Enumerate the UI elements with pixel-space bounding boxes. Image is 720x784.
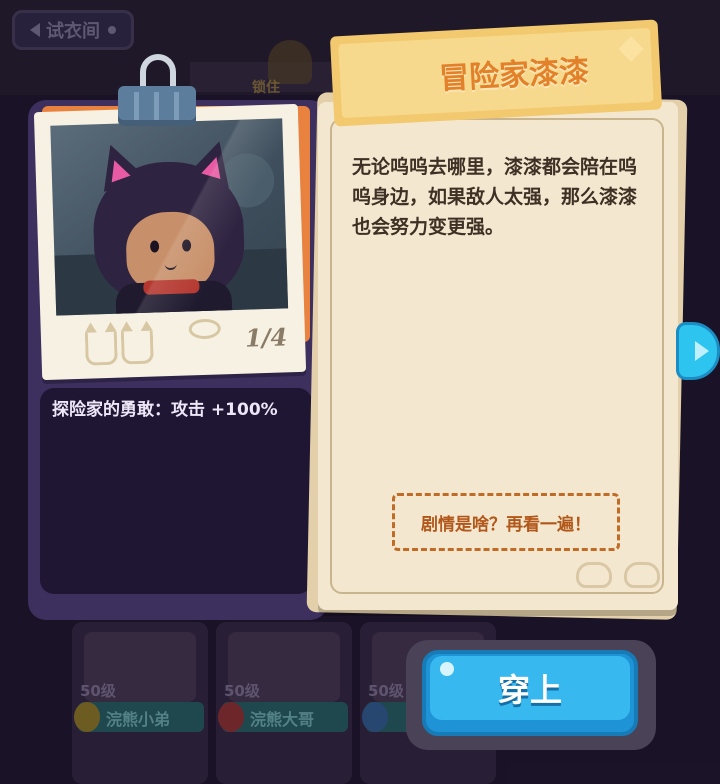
character-portrait <box>50 118 289 316</box>
paperclip-stripe <box>154 92 159 120</box>
photo-glare <box>50 118 289 316</box>
bunny-doodle-icon <box>624 562 660 588</box>
bunny-doodle-icon <box>576 562 612 588</box>
photo-page-indicator: 1/4 <box>244 322 288 353</box>
story-text: 无论呜呜去哪里，漆漆都会陪在呜呜身边，如果敌人太强，那么漆漆也会努力变更强。 <box>352 156 638 238</box>
cat-doodle-icon <box>120 330 154 365</box>
replay-story-button[interactable]: 剧情是啥？再看一遍！ <box>392 493 620 551</box>
cat-doodle-icon <box>84 331 118 366</box>
skill-description: 探险家的勇敢：攻击 +100% <box>52 400 278 420</box>
fish-doodle-icon <box>188 318 222 340</box>
button-gloss <box>440 662 454 676</box>
paperclip-stripe <box>174 92 179 120</box>
paperclip-stripe <box>134 92 139 120</box>
character-photo-card: 1/4 <box>33 103 307 381</box>
wear-button-label[interactable]: 穿上 <box>430 656 630 720</box>
